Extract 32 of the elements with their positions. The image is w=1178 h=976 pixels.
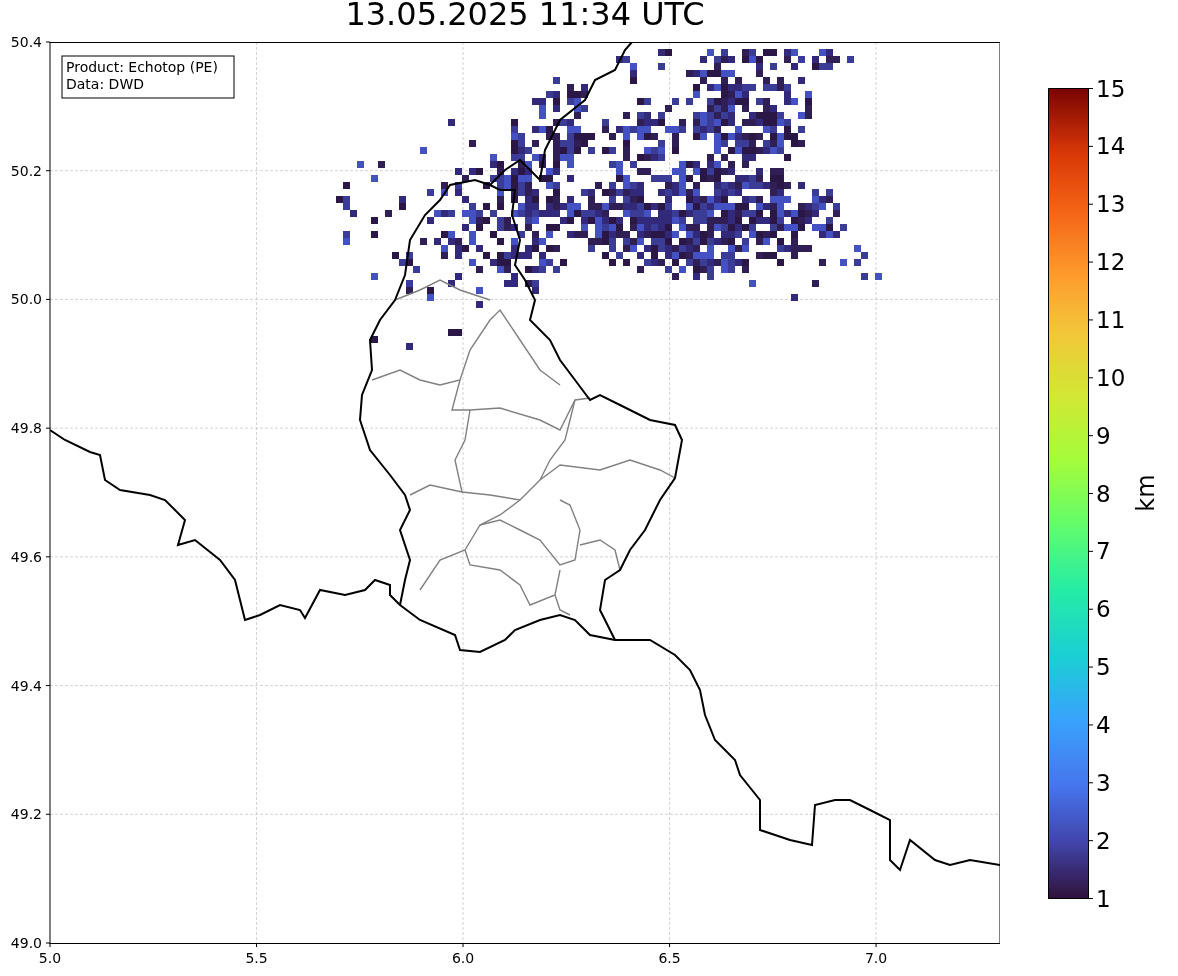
colorbar-tick-label: 6 [1096,596,1111,623]
x-tick-label: 7.0 [864,950,888,966]
colorbar-tick-label: 2 [1096,827,1111,854]
y-tick-label: 49.6 [10,548,42,565]
x-tick-label: 5.0 [38,950,62,966]
y-tick-label: 49.0 [10,935,42,951]
colorbar-tick-label: 14 [1096,133,1126,160]
y-tick-label: 49.2 [10,806,42,823]
info-text: Data: DWD [66,76,144,92]
colorbar-tick-label: 4 [1096,711,1111,738]
x-tick-label: 5.5 [245,950,268,966]
colorbar-tick-label: 3 [1096,769,1111,796]
colorbar-tick-label: 9 [1096,422,1111,449]
colorbar-tick-label: 5 [1096,654,1111,681]
colorbar-tick-label: 15 [1096,75,1126,102]
info-text: Product: Echotop (PE) [66,59,218,75]
y-tick-label: 49.4 [10,677,42,694]
y-tick-label: 50.2 [10,162,42,179]
colorbar-tick-label: 8 [1096,480,1111,507]
x-tick-label: 6.0 [451,950,475,966]
colorbar-tick-label: 12 [1096,249,1126,276]
y-tick-label: 50.4 [10,34,42,50]
colorbar-tick-label: 13 [1096,191,1126,218]
colorbar-tick-label: 10 [1096,364,1126,391]
x-tick-label: 6.5 [658,950,681,966]
colorbar-label: km [1132,474,1160,512]
y-tick-label: 49.8 [10,420,42,437]
colorbar-tick-label: 7 [1096,538,1111,565]
colorbar-tick-label: 1 [1096,885,1111,912]
y-tick-label: 50.0 [10,291,42,308]
plot-title: 13.05.2025 11:34 UTC [345,0,705,34]
colorbar-tick-label: 11 [1096,306,1126,333]
